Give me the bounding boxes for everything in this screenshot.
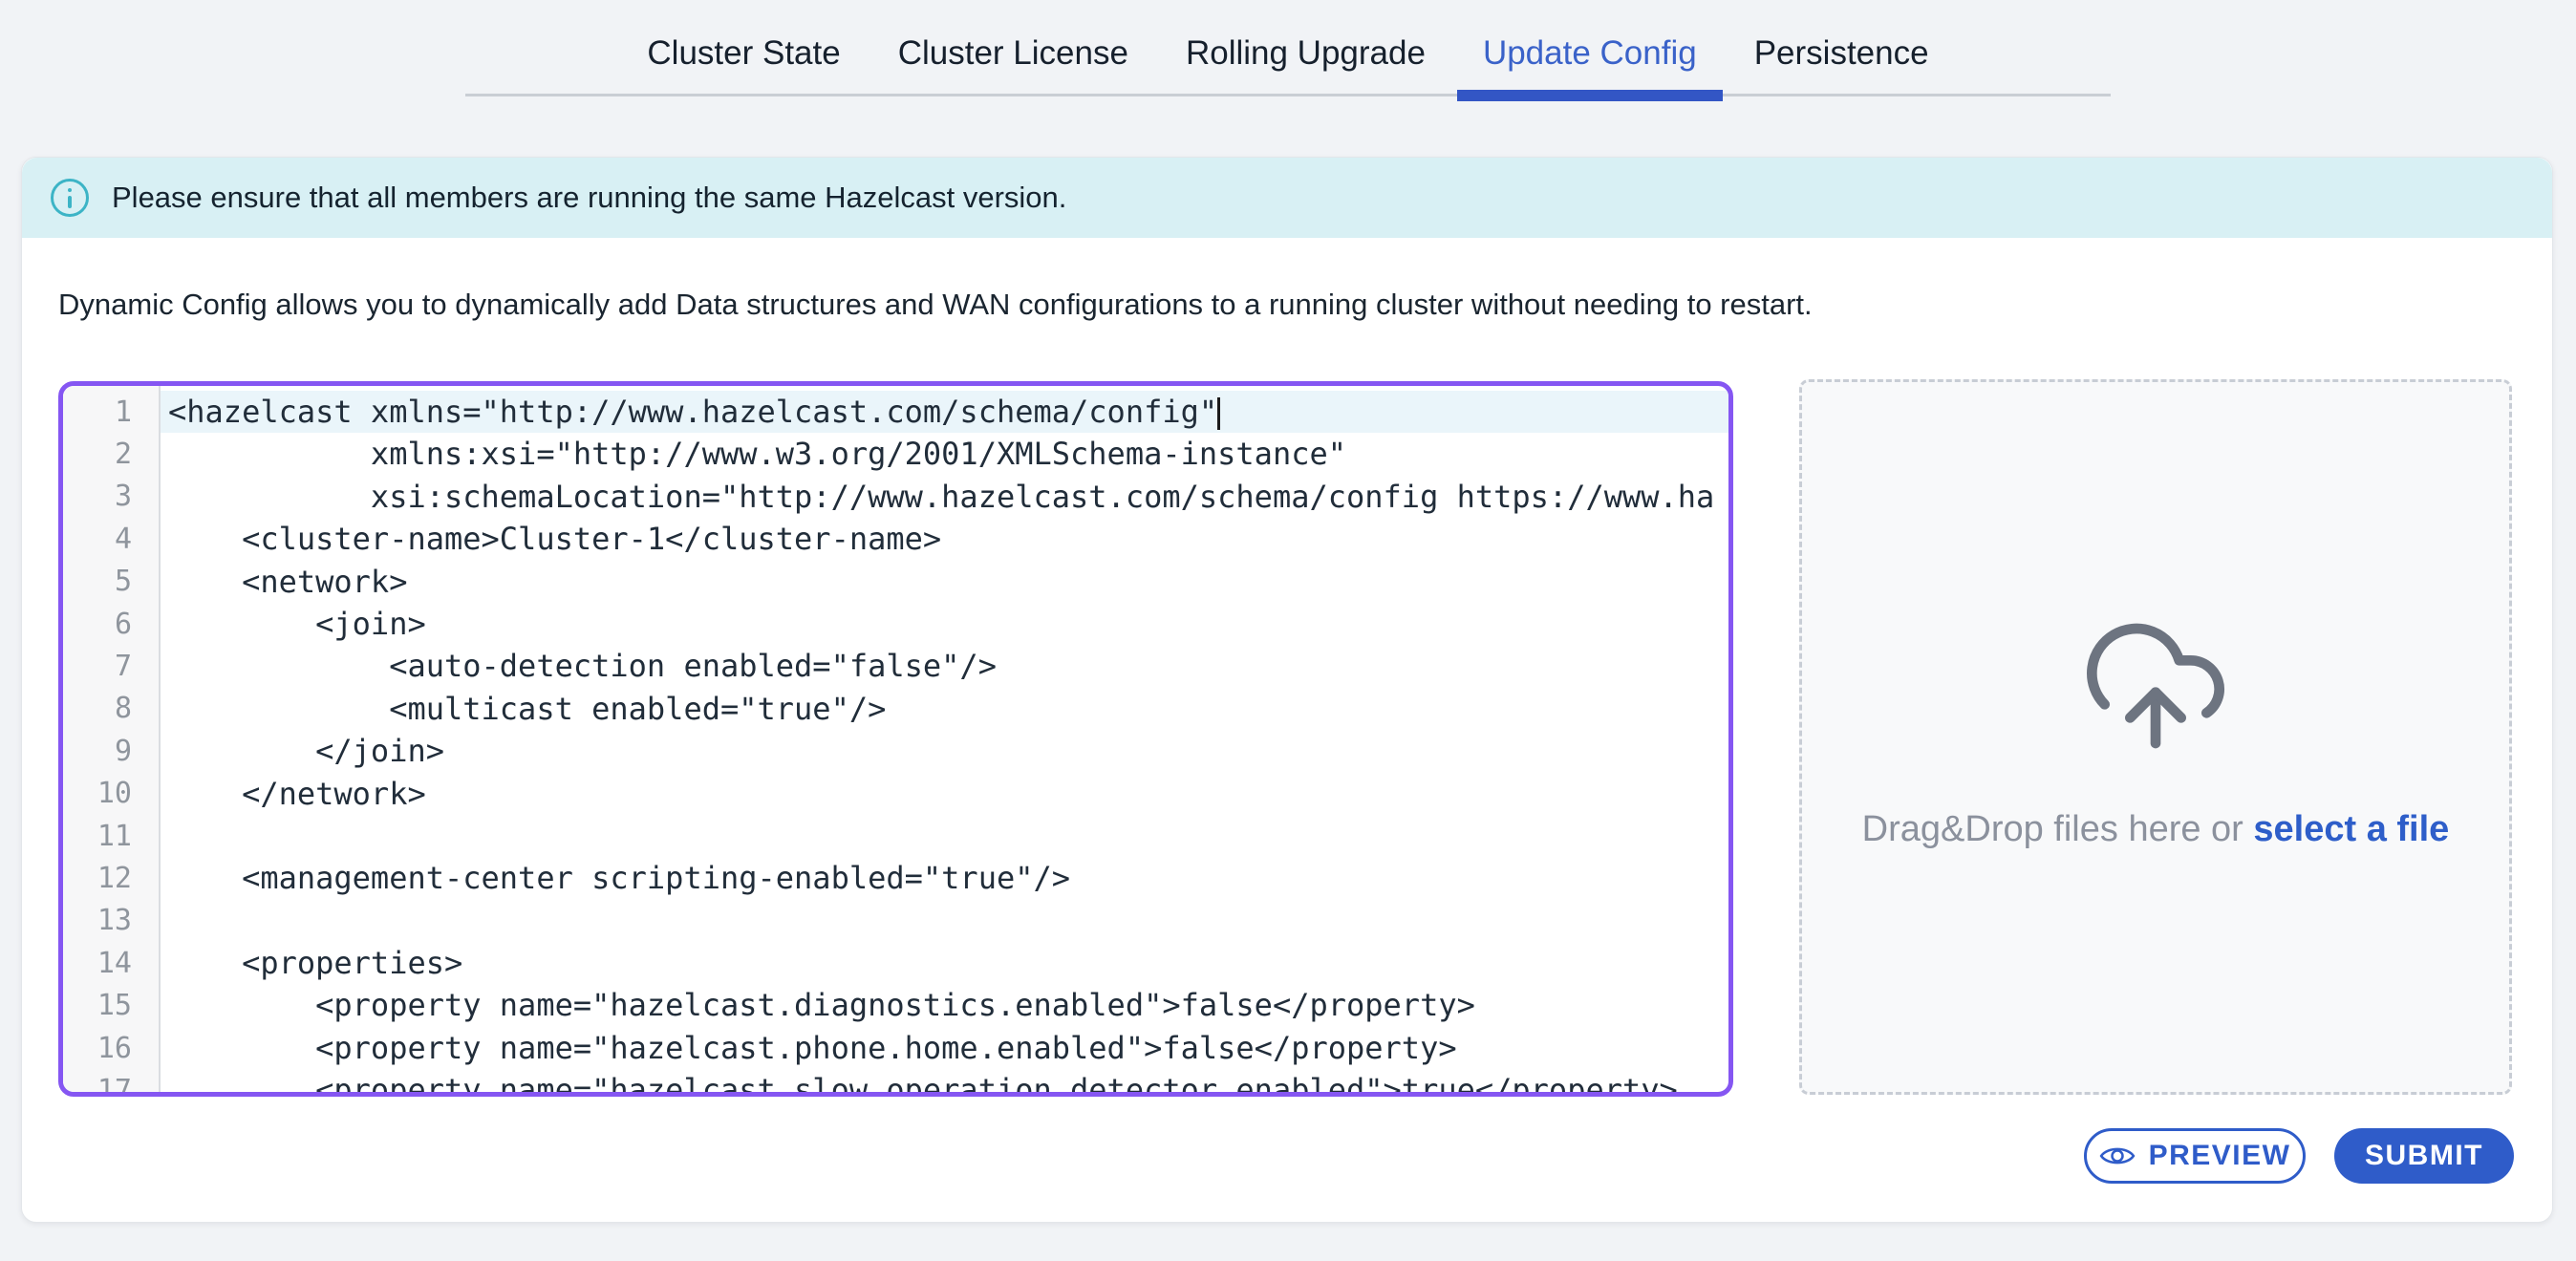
code-text: <property name="hazelcast.slow.operation… bbox=[161, 1069, 1728, 1097]
line-number: 9 bbox=[63, 735, 147, 768]
code-line-12: 12 <management-center scripting-enabled=… bbox=[63, 857, 1728, 899]
preview-button-label: PREVIEW bbox=[2149, 1140, 2291, 1172]
code-line-17: 17 <property name="hazelcast.slow.operat… bbox=[63, 1069, 1728, 1097]
line-number: 3 bbox=[63, 480, 147, 513]
line-number: 16 bbox=[63, 1032, 147, 1065]
code-text: xmlns:xsi="http://www.w3.org/2001/XMLSch… bbox=[161, 433, 1728, 475]
tab-label: Rolling Upgrade bbox=[1186, 34, 1426, 73]
eye-icon bbox=[2099, 1143, 2136, 1169]
line-number: 6 bbox=[63, 608, 147, 641]
line-number: 4 bbox=[63, 523, 147, 556]
file-dropzone[interactable]: Drag&Drop files here or select a file bbox=[1799, 379, 2512, 1095]
update-config-panel: Please ensure that all members are runni… bbox=[21, 157, 2553, 1223]
tab-rolling-upgrade[interactable]: Rolling Upgrade bbox=[1157, 13, 1454, 94]
tab-persistence[interactable]: Persistence bbox=[1726, 13, 1958, 94]
tab-cluster-license[interactable]: Cluster License bbox=[869, 13, 1157, 94]
line-number: 2 bbox=[63, 438, 147, 471]
dropzone-text: Drag&Drop files here or select a file bbox=[1855, 802, 2457, 856]
code-line-15: 15 <property name="hazelcast.diagnostics… bbox=[63, 984, 1728, 1026]
code-line-16: 16 <property name="hazelcast.phone.home.… bbox=[63, 1027, 1728, 1069]
code-text: <join> bbox=[161, 603, 1728, 645]
code-line-8: 8 <multicast enabled="true"/> bbox=[63, 688, 1728, 730]
cluster-tabs: Cluster State Cluster License Rolling Upgr… bbox=[465, 0, 2111, 96]
code-text: </network> bbox=[161, 773, 1728, 815]
code-text: <management-center scripting-enabled="tr… bbox=[161, 857, 1728, 899]
line-number: 1 bbox=[63, 395, 147, 429]
cloud-upload-icon bbox=[2074, 609, 2237, 762]
line-number: 11 bbox=[63, 820, 147, 853]
preview-button[interactable]: PREVIEW bbox=[2084, 1128, 2306, 1184]
tab-label: Cluster License bbox=[898, 34, 1128, 73]
line-number: 7 bbox=[63, 650, 147, 683]
action-buttons: PREVIEW SUBMIT bbox=[2084, 1128, 2514, 1184]
code-line-1: 1 <hazelcast xmlns="http://www.hazelcast.… bbox=[63, 391, 1728, 433]
line-number: 14 bbox=[63, 947, 147, 980]
code-text: </join> bbox=[161, 730, 1728, 772]
tab-update-config[interactable]: Update Config bbox=[1454, 13, 1726, 94]
code-text: <cluster-name>Cluster-1</cluster-name> bbox=[161, 518, 1728, 560]
line-number: 17 bbox=[63, 1074, 147, 1097]
code-line-9: 9 </join> bbox=[63, 730, 1728, 772]
code-line-6: 6 <join> bbox=[63, 603, 1728, 645]
code-line-3: 3 xsi:schemaLocation="http://www.hazelca… bbox=[63, 476, 1728, 518]
drag-drop-label: Drag&Drop files here or bbox=[1862, 809, 2254, 849]
tab-cluster-state[interactable]: Cluster State bbox=[618, 13, 869, 94]
submit-button-label: SUBMIT bbox=[2365, 1140, 2483, 1172]
tab-label: Update Config bbox=[1483, 34, 1697, 73]
line-number: 8 bbox=[63, 692, 147, 725]
select-file-link[interactable]: select a file bbox=[2253, 809, 2449, 849]
line-number: 5 bbox=[63, 565, 147, 598]
code-text: <multicast enabled="true"/> bbox=[161, 688, 1728, 730]
text-cursor bbox=[1217, 397, 1220, 430]
code-text: <hazelcast xmlns="http://www.hazelcast.c… bbox=[161, 391, 1728, 433]
code-line-13: 13 bbox=[63, 900, 1728, 942]
tab-label: Persistence bbox=[1754, 34, 1929, 73]
dynamic-config-description: Dynamic Config allows you to dynamically… bbox=[58, 288, 1813, 322]
code-text: <properties> bbox=[161, 942, 1728, 984]
code-text: <network> bbox=[161, 561, 1728, 603]
code-line-2: 2 xmlns:xsi="http://www.w3.org/2001/XMLS… bbox=[63, 433, 1728, 475]
line-number: 15 bbox=[63, 989, 147, 1022]
code-text: <property name="hazelcast.phone.home.ena… bbox=[161, 1027, 1728, 1069]
line-number: 13 bbox=[63, 904, 147, 937]
code-line-4: 4 <cluster-name>Cluster-1</cluster-name> bbox=[63, 518, 1728, 560]
code-text: xsi:schemaLocation="http://www.hazelcast… bbox=[161, 476, 1728, 518]
code-text: <property name="hazelcast.diagnostics.en… bbox=[161, 984, 1728, 1026]
active-tab-underline bbox=[1457, 90, 1723, 101]
line-number: 10 bbox=[63, 777, 147, 810]
code-line-10: 10 </network> bbox=[63, 773, 1728, 815]
tab-label: Cluster State bbox=[647, 34, 840, 73]
code-text: <auto-detection enabled="false"/> bbox=[161, 645, 1728, 687]
submit-button[interactable]: SUBMIT bbox=[2334, 1128, 2514, 1184]
info-banner: Please ensure that all members are runni… bbox=[22, 158, 2552, 238]
code-line-7: 7 <auto-detection enabled="false"/> bbox=[63, 645, 1728, 687]
code-line-14: 14 <properties> bbox=[63, 942, 1728, 984]
code-line-5: 5 <network> bbox=[63, 561, 1728, 603]
config-code-editor[interactable]: 1 <hazelcast xmlns="http://www.hazelcast.… bbox=[58, 381, 1733, 1097]
line-number: 12 bbox=[63, 862, 147, 895]
info-icon bbox=[51, 179, 89, 217]
banner-message: Please ensure that all members are runni… bbox=[112, 181, 1066, 215]
code-line-11: 11 bbox=[63, 815, 1728, 857]
